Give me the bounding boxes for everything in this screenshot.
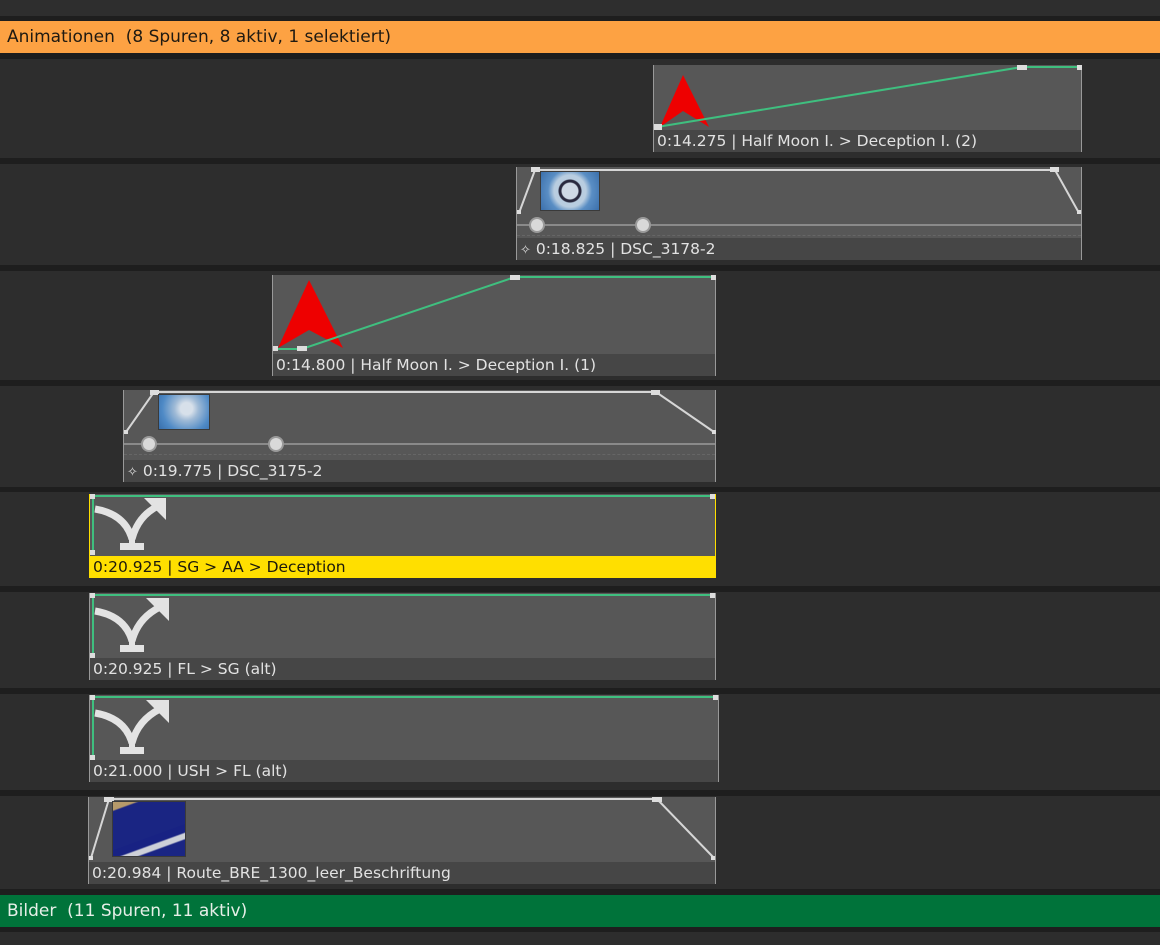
image-animation-clip[interactable]: ✧ 0:19.775 | DSC_3175-2 (123, 390, 716, 482)
image-thumbnail (540, 171, 600, 211)
route-curve (90, 593, 715, 658)
keyframe-handle (712, 430, 716, 434)
keyframe-knob[interactable] (531, 219, 543, 231)
keyframe-handle (90, 494, 95, 499)
keyframe-handle (1017, 65, 1027, 70)
dashed-guide (124, 454, 715, 455)
keyframe-handle (711, 856, 715, 860)
keyframe-handle (713, 695, 718, 700)
opacity-curve (124, 390, 716, 434)
dashed-guide (517, 235, 1081, 236)
clip-label: 0:14.275 | Half Moon I. > Deception I. (… (654, 130, 1081, 152)
route-clip[interactable]: 0:21.000 | USH > FL (alt) (89, 695, 719, 782)
keyframe-handle (90, 550, 95, 555)
route-curve (90, 695, 718, 760)
animation-clip[interactable]: 0:14.800 | Half Moon I. > Deception I. (… (272, 275, 716, 376)
keyframe-handle (90, 593, 95, 598)
keyframe-handle (652, 797, 662, 802)
opacity-curve (517, 167, 1081, 214)
clip-label: ✧ 0:19.775 | DSC_3175-2 (124, 460, 715, 482)
track-row: ✧ 0:18.825 | DSC_3178-2 (0, 164, 1160, 265)
route-clip-selected[interactable]: 0:20.925 | SG > AA > Deception (89, 494, 716, 578)
route-clip[interactable]: 0:20.925 | FL > SG (alt) (89, 593, 716, 680)
keyframe-handle (1077, 65, 1082, 70)
group-header-animations[interactable]: Animationen (8 Spuren, 8 aktiv, 1 selekt… (0, 21, 1160, 53)
group-header-images[interactable]: Bilder (11 Spuren, 11 aktiv) (0, 895, 1160, 927)
clip-label: 0:14.800 | Half Moon I. > Deception I. (… (273, 354, 715, 376)
keyframe-handle (90, 695, 95, 700)
keyframe-handle (651, 390, 660, 395)
route-split-icon (94, 705, 162, 753)
animation-clip[interactable]: 0:14.275 | Half Moon I. > Deception I. (… (653, 65, 1082, 152)
keyframe-knob[interactable] (143, 438, 155, 450)
image-clip[interactable]: 0:20.984 | Route_BRE_1300_leer_Beschrift… (88, 797, 716, 884)
group-name: Animationen (7, 27, 115, 47)
map-thumbnail (112, 801, 186, 857)
keyframe-handle (710, 593, 715, 598)
image-thumbnail (158, 394, 210, 430)
clip-label: ✧ 0:18.825 | DSC_3178-2 (517, 238, 1081, 260)
route-split-icon (94, 502, 160, 549)
clip-label: 0:20.925 | FL > SG (alt) (90, 658, 715, 680)
group-summary: (11 Spuren, 11 aktiv) (67, 901, 248, 921)
keyframe-handle (1077, 210, 1081, 214)
track-row: 0:20.984 | Route_BRE_1300_leer_Beschrift… (0, 796, 1160, 889)
keyframe-handle (297, 346, 307, 351)
sparkle-icon: ✧ (520, 243, 531, 258)
keyframe-track[interactable] (517, 219, 1081, 231)
keyframe-handle (1050, 167, 1059, 172)
keyframe-handle (510, 275, 520, 280)
group-summary: (8 Spuren, 8 aktiv, 1 selektiert) (125, 27, 392, 47)
timeline-top-strip (0, 0, 1160, 16)
route-curve (90, 494, 715, 555)
image-animation-clip[interactable]: ✧ 0:18.825 | DSC_3178-2 (516, 167, 1082, 260)
keyframe-handle (710, 494, 715, 499)
clip-label: 0:20.925 | SG > AA > Deception (90, 556, 715, 578)
track-row: 0:21.000 | USH > FL (alt) (0, 694, 1160, 790)
keyframe-handle (517, 210, 521, 214)
keyframe-handle (711, 275, 716, 280)
keyframe-knob[interactable] (270, 438, 282, 450)
clip-label: 0:21.000 | USH > FL (alt) (90, 760, 718, 782)
keyframe-handle (531, 167, 540, 172)
keyframe-knob[interactable] (637, 219, 649, 231)
keyframe-handle (273, 346, 278, 351)
route-split-icon (94, 603, 162, 651)
keyframe-track[interactable] (124, 438, 715, 450)
track-row: 0:20.925 | FL > SG (alt) (0, 592, 1160, 688)
keyframe-curve (273, 275, 716, 351)
track-row: 0:14.800 | Half Moon I. > Deception I. (… (0, 271, 1160, 380)
track-row: 0:20.925 | SG > AA > Deception (0, 492, 1160, 586)
track-row: ✧ 0:19.775 | DSC_3175-2 (0, 386, 1160, 487)
sparkle-icon: ✧ (127, 465, 138, 480)
keyframe-handle (89, 856, 93, 860)
track-row: 0:14.275 | Half Moon I. > Deception I. (… (0, 59, 1160, 158)
keyframe-handle (124, 430, 128, 434)
divider (0, 927, 1160, 932)
clip-label: 0:20.984 | Route_BRE_1300_leer_Beschrift… (89, 862, 715, 884)
group-name: Bilder (7, 901, 57, 921)
